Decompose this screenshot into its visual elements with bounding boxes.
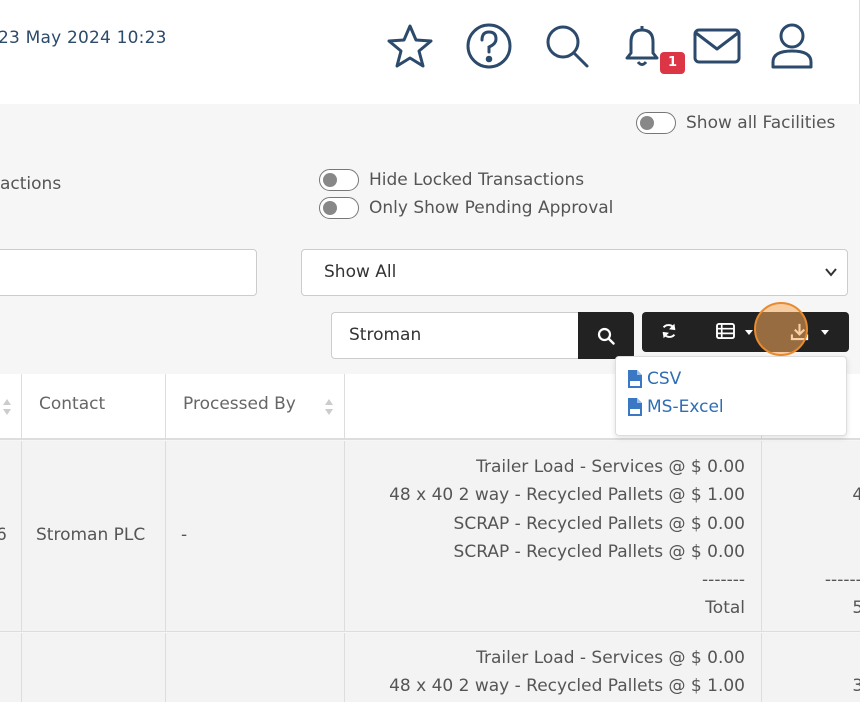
qty-value: 1 — [825, 453, 860, 481]
only-pending-label: Only Show Pending Approval — [369, 198, 614, 218]
qty-value: 5 — [825, 510, 860, 538]
line-item: Trailer Load - Services @ $ 0.00 — [476, 648, 745, 668]
qty-value: 1 — [852, 644, 860, 672]
sort-icon — [3, 399, 11, 415]
qty-value: 6 — [825, 538, 860, 566]
csv-file-icon — [628, 370, 642, 388]
refresh-button[interactable] — [642, 312, 698, 352]
header-label: Contact — [39, 394, 106, 414]
export-excel-item[interactable]: MS-Excel — [627, 397, 724, 417]
line-item: SCRAP - Recycled Pallets @ $ 0.00 — [453, 541, 745, 562]
qty-value: 32 — [852, 676, 860, 697]
export-dropdown-menu: CSV MS-Excel — [615, 356, 847, 436]
search-icon — [597, 327, 615, 345]
toggle-switch[interactable] — [319, 169, 359, 191]
column-header-contact[interactable]: Contact — [22, 374, 166, 440]
processed-by-cell — [166, 633, 345, 702]
contact-cell: Stroman PLC — [22, 441, 166, 631]
datetime-label: 23 May 2024 10:23 — [0, 28, 167, 48]
line-item: Trailer Load - Services @ $ 0.00 — [476, 457, 745, 477]
search-button[interactable] — [578, 312, 634, 359]
filter-text-input[interactable] — [0, 249, 257, 296]
items-cell: Trailer Load - Services @ $ 0.00 48 x 40… — [345, 633, 762, 702]
sort-icon — [325, 399, 333, 415]
table-search-input[interactable]: Stroman — [331, 312, 579, 359]
table-cell: 6 — [0, 441, 22, 631]
processed-by-cell: - — [166, 441, 345, 631]
notification-badge: 1 — [660, 52, 685, 74]
column-header-processed-by[interactable]: Processed By — [166, 374, 345, 440]
line-item: SCRAP - Recycled Pallets @ $ 0.00 — [453, 513, 745, 534]
hide-locked-toggle[interactable]: Hide Locked Transactions — [319, 169, 584, 191]
contact-cell — [22, 633, 166, 702]
list-icon — [716, 323, 735, 340]
quantity-cell: 1 47 5 6 -------- 59 — [762, 441, 860, 631]
select-value: Show All — [324, 262, 397, 282]
line-separator: ------- — [702, 570, 745, 591]
chevron-down-icon — [825, 268, 837, 277]
transactions-label-partial: actions — [0, 174, 62, 194]
qty-separator: -------- — [824, 570, 860, 591]
show-all-facilities-label: Show all Facilities — [686, 113, 836, 133]
refresh-icon — [662, 323, 676, 339]
main-content: Show all Facilities actions Hide Locked … — [0, 104, 860, 702]
show-filter-select[interactable]: Show All — [301, 249, 848, 296]
show-all-facilities-toggle[interactable]: Show all Facilities — [636, 112, 835, 134]
excel-file-icon — [628, 398, 642, 416]
toggle-switch[interactable] — [636, 112, 676, 134]
table-toolbar — [642, 312, 849, 352]
table-row[interactable]: Trailer Load - Services @ $ 0.00 48 x 40… — [0, 633, 860, 702]
quantity-cell: 1 32 — [762, 633, 860, 702]
help-icon[interactable] — [464, 22, 514, 70]
line-total-label: Total — [705, 598, 745, 619]
qty-value: 47 — [852, 485, 860, 506]
qty-total: 59 — [852, 598, 860, 619]
only-pending-toggle[interactable]: Only Show Pending Approval — [319, 197, 613, 219]
search-value: Stroman — [349, 325, 422, 345]
caret-down-icon — [821, 330, 829, 335]
user-icon[interactable] — [767, 22, 817, 70]
line-item: 48 x 40 2 way - Recycled Pallets @ $ 1.0… — [389, 485, 745, 506]
top-bar: 23 May 2024 10:23 1 — [0, 0, 860, 104]
mail-icon[interactable] — [692, 22, 742, 70]
csv-label: CSV — [647, 369, 682, 389]
export-csv-item[interactable]: CSV — [627, 369, 681, 389]
toggle-switch[interactable] — [319, 197, 359, 219]
header-label: Processed By — [183, 394, 296, 414]
caret-down-icon — [745, 330, 753, 335]
items-cell: Trailer Load - Services @ $ 0.00 48 x 40… — [345, 441, 762, 631]
column-header-partial[interactable] — [0, 374, 22, 440]
hide-locked-label: Hide Locked Transactions — [369, 170, 585, 190]
line-item: 48 x 40 2 way - Recycled Pallets @ $ 1.0… — [389, 676, 745, 697]
click-indicator — [754, 302, 808, 356]
table-cell — [0, 633, 22, 702]
table-row[interactable]: 6 Stroman PLC - Trailer Load - Services … — [0, 441, 860, 632]
star-icon[interactable] — [385, 22, 435, 70]
excel-label: MS-Excel — [647, 397, 724, 417]
search-icon[interactable] — [542, 22, 592, 70]
